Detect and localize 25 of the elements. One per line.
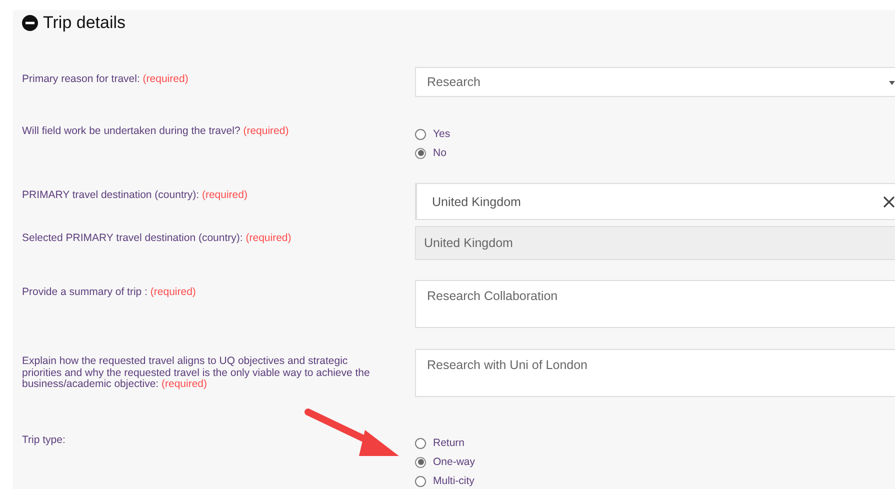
- radio-button[interactable]: [415, 438, 426, 448]
- field-label: Trip type:: [22, 433, 66, 447]
- radio-button[interactable]: [415, 148, 426, 158]
- field-label: Primary reason for travel: (required): [22, 72, 190, 86]
- radio-button[interactable]: [415, 456, 426, 468]
- field-label: Explain how the requested travel aligns to UQ objectives and strategic priorities and why the requested travel is the only viable way to achieve the business/academic objective: (required): [22, 354, 371, 391]
- radio-option[interactable]: Yes: [415, 128, 450, 140]
- destination-field[interactable]: United Kingdom: [415, 183, 895, 220]
- field-label: Selected PRIMARY travel destination (country): (required): [22, 231, 292, 245]
- close-icon[interactable]: [883, 196, 895, 208]
- radio-option[interactable]: No: [415, 147, 446, 159]
- caret-icon: [889, 81, 895, 85]
- radio-option[interactable]: One-way: [415, 456, 476, 468]
- reason-dropdown[interactable]: Research: [415, 67, 895, 97]
- radio-button[interactable]: [415, 476, 426, 486]
- radio-option[interactable]: Return: [415, 437, 465, 449]
- section-title: Trip details: [43, 13, 126, 33]
- field-label: Will field work be undertaken during the travel? (required): [22, 124, 290, 138]
- text-area[interactable]: Research Collaboration: [415, 280, 895, 328]
- field-label: PRIMARY travel destination (country): (required): [22, 188, 248, 202]
- text-area[interactable]: Research with Uni of London: [415, 349, 895, 397]
- collapse-icon[interactable]: [22, 15, 38, 31]
- field-label: Provide a summary of trip : (required): [22, 285, 197, 299]
- radio-option[interactable]: Multi-city: [415, 475, 474, 487]
- radio-button[interactable]: [415, 128, 426, 140]
